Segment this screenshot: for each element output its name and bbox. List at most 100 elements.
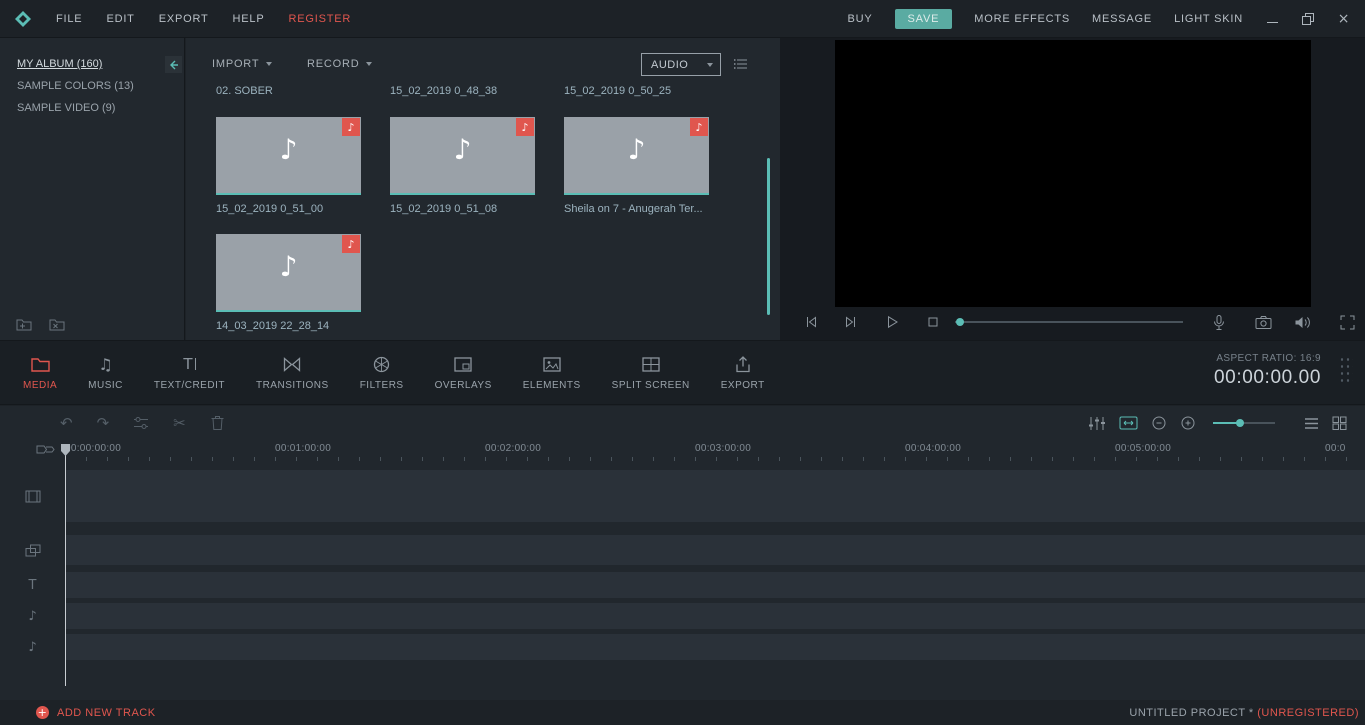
tab-transitions[interactable]: TRANSITIONS — [256, 355, 329, 391]
track-height-large-button[interactable] — [1332, 416, 1347, 430]
zoom-out-button[interactable] — [1151, 415, 1167, 431]
album-item-sample-colors[interactable]: SAMPLE COLORS (13) — [0, 75, 184, 97]
collapse-sidebar-button[interactable] — [165, 56, 182, 73]
progress-handle[interactable] — [956, 318, 964, 326]
filter-value: AUDIO — [651, 58, 689, 71]
record-dropdown[interactable]: RECORD — [307, 58, 373, 70]
audio-clip-thumbnail[interactable]: ♪ ♪ — [216, 117, 361, 195]
elements-icon — [543, 355, 561, 374]
audio-track-lane[interactable] — [66, 634, 1365, 660]
panel-drag-handle-icon[interactable] — [1339, 356, 1353, 382]
music-note-icon: ♪ — [521, 120, 529, 134]
undo-button[interactable]: ↶ — [60, 414, 73, 432]
playback-progress-slider[interactable] — [955, 318, 1183, 326]
audio-mixer-button[interactable] — [1088, 416, 1106, 431]
album-list: MY ALBUM (160) SAMPLE COLORS (13) SAMPLE… — [0, 38, 184, 119]
import-dropdown[interactable]: IMPORT — [212, 58, 273, 70]
album-item-sample-video[interactable]: SAMPLE VIDEO (9) — [0, 97, 184, 119]
media-scrollbar[interactable] — [767, 158, 770, 315]
timeline-zoom-slider[interactable] — [1213, 419, 1275, 427]
maximize-button[interactable] — [1301, 12, 1315, 26]
stop-icon — [928, 317, 938, 327]
overlay-track-lane[interactable] — [66, 535, 1365, 565]
ruler-label: 00:02:00:00 — [485, 443, 542, 454]
tab-media[interactable]: MEDIA — [23, 355, 57, 391]
menu-help[interactable]: HELP — [233, 13, 265, 25]
list-view-button[interactable] — [733, 57, 748, 71]
project-name: UNTITLED PROJECT * — [1129, 706, 1258, 719]
split-screen-icon — [642, 355, 660, 374]
delete-folder-button[interactable] — [49, 317, 66, 332]
ruler-label: 00:0 — [1325, 443, 1346, 454]
tab-export[interactable]: EXPORT — [721, 355, 765, 391]
more-effects-button[interactable]: MORE EFFECTS — [974, 13, 1070, 25]
delete-button[interactable] — [210, 415, 225, 431]
clip-name-label: 15_02_2019 0_50_25 — [564, 85, 672, 97]
split-button[interactable]: ✂ — [173, 414, 186, 432]
tab-music[interactable]: ♫ MUSIC — [88, 355, 123, 391]
audio-track-header[interactable]: ♪ — [0, 603, 65, 629]
voiceover-button[interactable] — [1210, 313, 1228, 331]
tab-label: FILTERS — [359, 379, 404, 391]
menu-export[interactable]: EXPORT — [159, 13, 209, 25]
playhead[interactable] — [65, 444, 66, 686]
transitions-icon — [283, 355, 301, 374]
preview-panel — [780, 38, 1365, 340]
buy-button[interactable]: BUY — [848, 13, 873, 25]
close-button[interactable]: × — [1337, 11, 1351, 27]
video-preview-screen[interactable] — [835, 40, 1311, 307]
play-button[interactable] — [883, 313, 901, 331]
add-folder-button[interactable] — [16, 317, 33, 332]
chevron-down-icon — [266, 62, 273, 66]
media-type-filter-select[interactable]: AUDIO — [641, 53, 721, 76]
video-track-lane[interactable] — [66, 470, 1365, 522]
adjust-button[interactable] — [133, 416, 149, 430]
track-height-small-button[interactable] — [1304, 417, 1319, 430]
snapshot-button[interactable] — [1254, 313, 1272, 331]
stop-button[interactable] — [924, 313, 942, 331]
text-track-lane[interactable] — [66, 572, 1365, 598]
music-note-icon: ♪ — [279, 133, 298, 166]
light-skin-toggle[interactable]: LIGHT SKIN — [1174, 13, 1243, 25]
video-track-header[interactable] — [0, 470, 65, 522]
overlay-track-header[interactable] — [0, 535, 65, 565]
audio-clip-thumbnail[interactable]: ♪ ♪ — [216, 234, 361, 312]
fullscreen-button[interactable] — [1338, 313, 1356, 331]
add-new-track-button[interactable]: + ADD NEW TRACK — [36, 706, 156, 719]
marker-tags-icon[interactable] — [36, 444, 56, 456]
message-button[interactable]: MESSAGE — [1092, 13, 1152, 25]
tab-split-screen[interactable]: SPLIT SCREEN — [612, 355, 690, 391]
music-note-icon: ♪ — [279, 250, 298, 283]
zoom-slider-handle[interactable] — [1236, 419, 1244, 427]
tab-text-credit[interactable]: T TEXT/CREDIT — [154, 355, 225, 391]
menu-file[interactable]: FILE — [56, 13, 82, 25]
next-frame-button[interactable] — [842, 313, 860, 331]
audio-clip-thumbnail[interactable]: ♪ ♪ — [564, 117, 709, 195]
audio-track-lane[interactable] — [66, 603, 1365, 629]
album-item-my-album[interactable]: MY ALBUM (160) — [0, 53, 184, 75]
aspect-ratio-label: ASPECT RATIO: 16:9 — [1216, 353, 1321, 364]
fit-timeline-button[interactable] — [1119, 416, 1138, 430]
previous-frame-button[interactable] — [802, 313, 820, 331]
tab-filters[interactable]: FILTERS — [360, 355, 404, 391]
tab-elements[interactable]: ELEMENTS — [523, 355, 581, 391]
clips-track-icon — [25, 544, 40, 556]
save-button[interactable]: SAVE — [894, 8, 953, 29]
menu-edit[interactable]: EDIT — [106, 13, 134, 25]
tab-overlays[interactable]: OVERLAYS — [435, 355, 492, 391]
menubar-left: FILE EDIT EXPORT HELP REGISTER — [14, 10, 351, 28]
audio-clip-thumbnail[interactable]: ♪ ♪ — [390, 117, 535, 195]
volume-button[interactable] — [1294, 313, 1312, 331]
timeline-tracks: T ♪ ♪ — [0, 462, 1365, 700]
text-track-header[interactable]: T — [0, 572, 65, 598]
zoom-in-button[interactable] — [1180, 415, 1196, 431]
text-track-icon: T — [28, 577, 37, 593]
audio-type-badge: ♪ — [690, 118, 708, 136]
minimize-button[interactable] — [1265, 12, 1279, 26]
timeline-ruler[interactable]: 00:00:00:00 00:01:00:00 00:02:00:00 00:0… — [0, 440, 1365, 462]
menu-register[interactable]: REGISTER — [288, 13, 351, 25]
import-label: IMPORT — [212, 58, 260, 70]
redo-button[interactable]: ↷ — [97, 414, 110, 432]
audio-track-header[interactable]: ♪ — [0, 634, 65, 660]
camera-icon — [1255, 315, 1271, 329]
